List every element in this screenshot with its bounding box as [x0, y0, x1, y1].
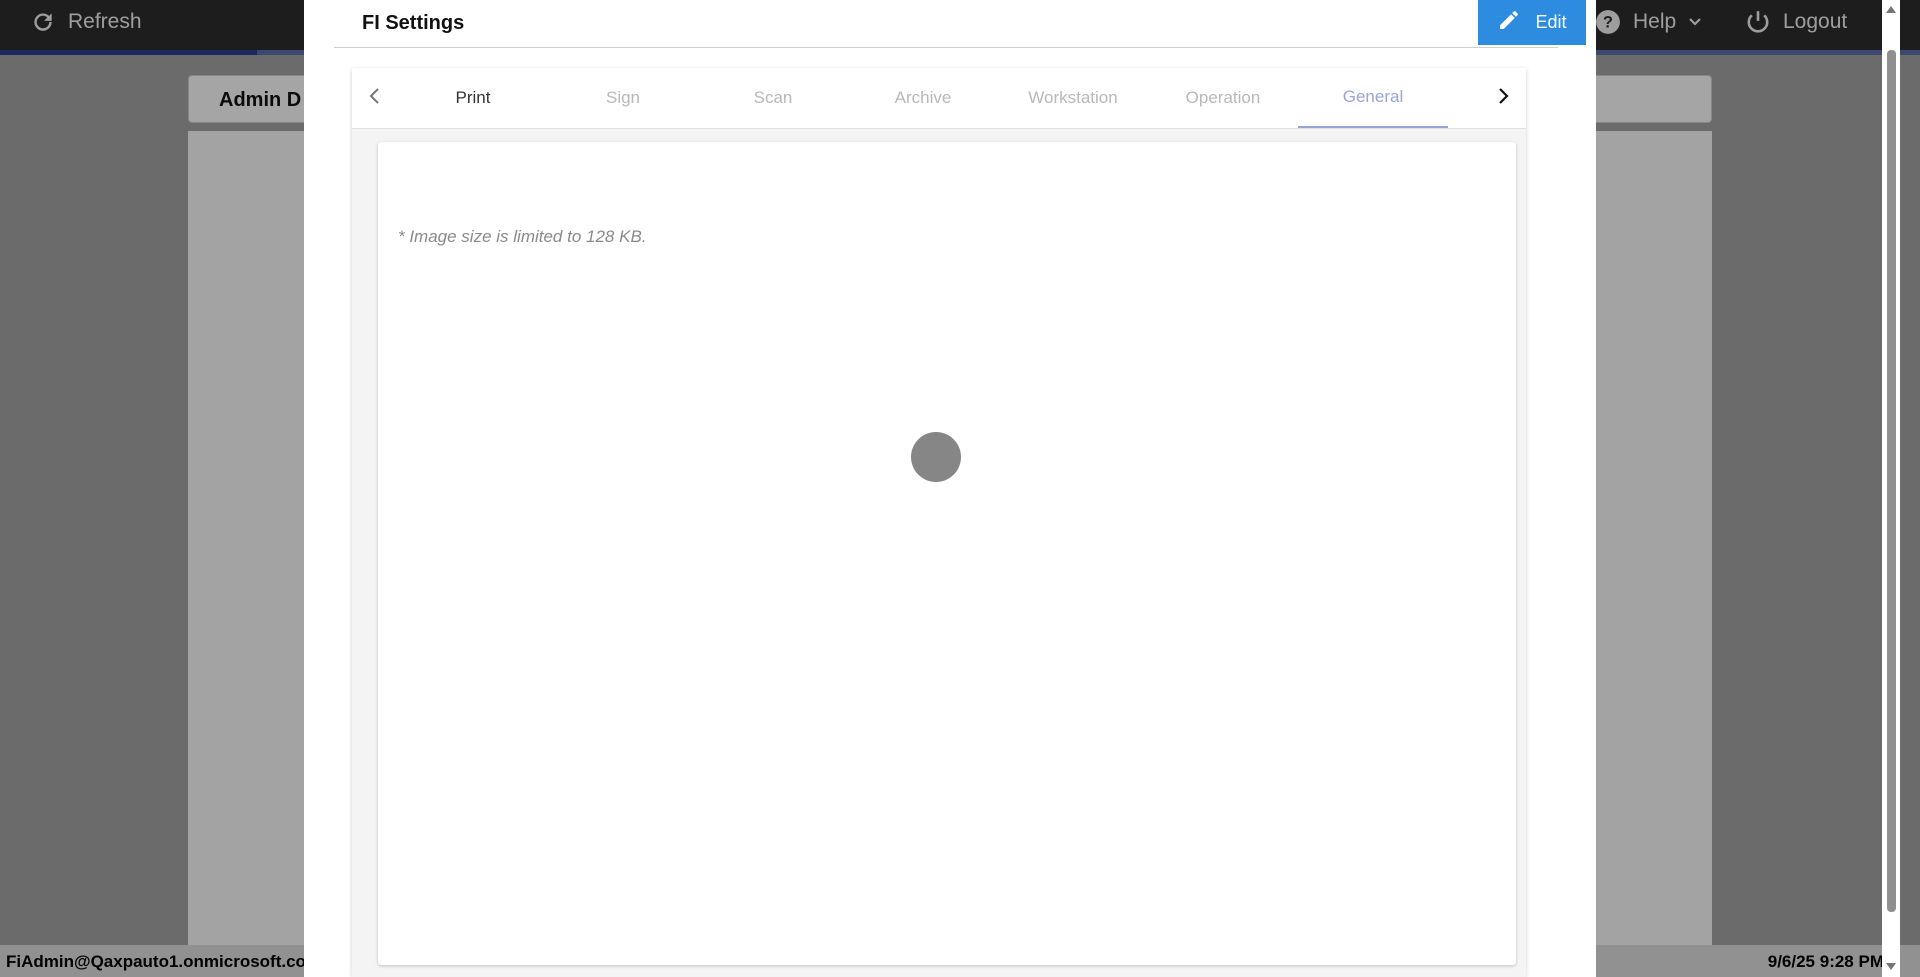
scrollbar-thumb[interactable] — [1887, 50, 1896, 912]
scroll-up-arrow-icon[interactable] — [1886, 6, 1896, 13]
tab-scroll-right-button[interactable] — [1480, 68, 1526, 128]
modal-scrollbar[interactable] — [1882, 0, 1900, 977]
scroll-down-arrow-icon[interactable] — [1886, 963, 1896, 970]
tab-content-area: * Image size is limited to 128 KB. — [352, 129, 1526, 977]
modal-title: FI Settings — [362, 12, 465, 34]
tab-scan[interactable]: Scan — [698, 68, 848, 128]
tab-scroll-left-button[interactable] — [352, 68, 398, 128]
loading-spinner — [911, 432, 961, 482]
tab-general[interactable]: General — [1298, 68, 1448, 128]
general-settings-panel: * Image size is limited to 128 KB. — [378, 142, 1516, 965]
tab-operation[interactable]: Operation — [1148, 68, 1298, 128]
tab-archive[interactable]: Archive — [848, 68, 998, 128]
tab-sign[interactable]: Sign — [548, 68, 698, 128]
chevron-right-icon — [1496, 87, 1510, 110]
edit-label: Edit — [1535, 12, 1567, 32]
settings-tabs: Print Sign Scan Archive Workstation Oper… — [352, 68, 1526, 977]
fi-settings-modal: FI Settings Edit Print Sign Scan Archive… — [304, 0, 1900, 977]
pencil-icon — [1497, 8, 1521, 37]
image-size-note: * Image size is limited to 128 KB. — [398, 227, 647, 246]
modal-header: FI Settings Edit — [334, 0, 1586, 48]
chevron-left-icon — [368, 87, 382, 110]
tab-bar: Print Sign Scan Archive Workstation Oper… — [352, 68, 1526, 129]
modal-body: Print Sign Scan Archive Workstation Oper… — [334, 48, 1558, 977]
tab-workstation[interactable]: Workstation — [998, 68, 1148, 128]
edit-button[interactable]: Edit — [1478, 0, 1586, 45]
tab-print[interactable]: Print — [398, 68, 548, 128]
